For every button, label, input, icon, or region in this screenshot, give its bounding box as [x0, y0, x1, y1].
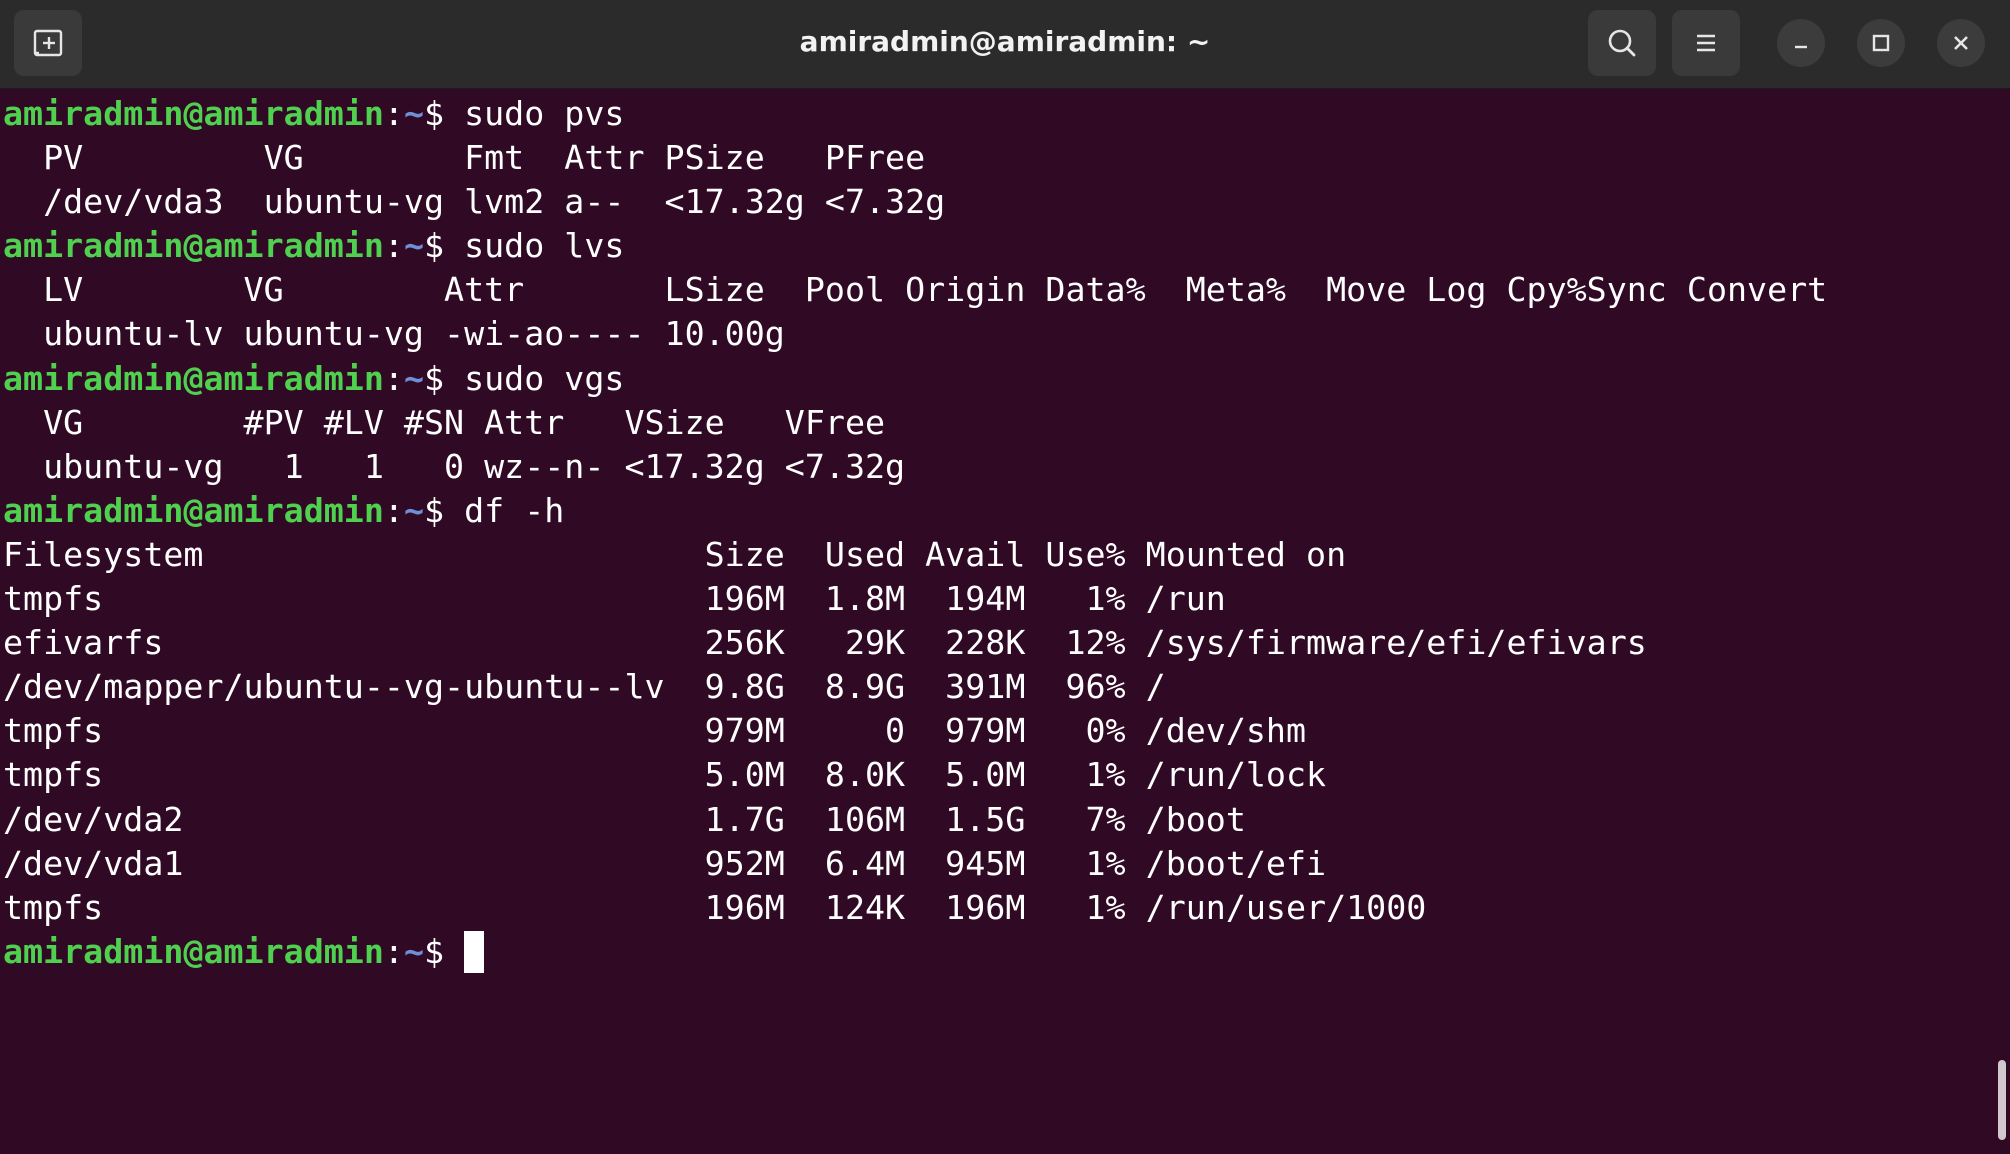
prompt-colon: : — [383, 931, 404, 971]
prompt-user-host: amiradmin@amiradmin — [3, 94, 384, 133]
prompt-path: ~ — [403, 226, 424, 266]
output-line: LV VG Attr LSize Pool Origin Data% Meta%… — [3, 270, 1828, 310]
output-line: tmpfs 5.0M 8.0K 5.0M 1% /run/lock — [3, 755, 1327, 795]
output-line: ubuntu-vg 1 1 0 wz--n- <17.32g <7.32g — [3, 446, 906, 486]
output-line: tmpfs 196M 1.8M 194M 1% /run — [3, 579, 1226, 619]
minimize-button[interactable] — [1777, 19, 1825, 67]
close-icon — [1954, 36, 1968, 50]
prompt-path: ~ — [403, 490, 424, 530]
output-line: /dev/vda1 952M 6.4M 945M 1% /boot/efi — [3, 843, 1327, 883]
command-text: sudo lvs — [464, 226, 625, 266]
output-line: tmpfs 979M 0 979M 0% /dev/shm — [3, 711, 1307, 751]
prompt-user-host: amiradmin@amiradmin — [3, 358, 384, 398]
maximize-button[interactable] — [1857, 19, 1905, 67]
prompt-symbol: $ — [423, 226, 465, 266]
prompt-colon: : — [383, 358, 404, 398]
prompt-path: ~ — [403, 931, 424, 971]
prompt-symbol: $ — [423, 931, 465, 971]
search-icon — [1608, 29, 1636, 57]
title-bar: amiradmin@amiradmin: ~ — [0, 0, 2010, 89]
scrollbar[interactable] — [1998, 1060, 2006, 1140]
hamburger-menu-icon — [1697, 34, 1715, 52]
command-text: df -h — [464, 490, 565, 530]
prompt-symbol: $ — [423, 490, 465, 530]
prompt-path: ~ — [403, 358, 424, 398]
output-line: PV VG Fmt Attr PSize PFree — [3, 138, 926, 178]
prompt-user-host: amiradmin@amiradmin — [3, 931, 384, 971]
output-line: tmpfs 196M 124K 196M 1% /run/user/1000 — [3, 887, 1427, 927]
output-line: /dev/vda3 ubuntu-vg lvm2 a-- <17.32g <7.… — [3, 182, 946, 222]
terminal-output[interactable]: amiradmin@amiradmin:~$ sudo pvs PV VG Fm… — [3, 92, 1983, 1142]
output-line: Filesystem Size Used Avail Use% Mounted … — [3, 534, 1347, 574]
prompt-path: ~ — [403, 94, 424, 133]
prompt-user-host: amiradmin@amiradmin — [3, 226, 384, 266]
prompt-colon: : — [383, 490, 404, 530]
menu-button[interactable] — [1672, 10, 1740, 76]
prompt-line: amiradmin@amiradmin:~$ — [3, 930, 1983, 974]
minimize-icon — [1795, 45, 1807, 49]
prompt-line: amiradmin@amiradmin:~$ sudo lvs — [3, 224, 1983, 268]
command-text: sudo pvs — [464, 94, 625, 133]
output-line: efivarfs 256K 29K 228K 12% /sys/firmware… — [3, 623, 1647, 663]
text-cursor — [464, 930, 485, 973]
prompt-symbol: $ — [423, 358, 465, 398]
command-text: sudo vgs — [464, 358, 625, 398]
close-button[interactable] — [1937, 19, 1985, 67]
search-button[interactable] — [1588, 10, 1656, 76]
output-line: ubuntu-lv ubuntu-vg -wi-ao---- 10.00g — [3, 314, 785, 354]
prompt-colon: : — [383, 94, 404, 133]
output-line: /dev/mapper/ubuntu--vg-ubuntu--lv 9.8G 8… — [3, 667, 1166, 707]
terminal-window: amiradmin@amiradmin: ~ amiradmin@amiradm… — [0, 0, 2010, 1154]
prompt-colon: : — [383, 226, 404, 266]
prompt-line: amiradmin@amiradmin:~$ df -h — [3, 489, 1983, 533]
prompt-line: amiradmin@amiradmin:~$ sudo pvs — [3, 92, 1983, 136]
output-line: /dev/vda2 1.7G 106M 1.5G 7% /boot — [3, 799, 1246, 839]
prompt-line: amiradmin@amiradmin:~$ sudo vgs — [3, 357, 1983, 401]
output-line: VG #PV #LV #SN Attr VSize VFree — [3, 402, 886, 442]
maximize-icon — [1872, 34, 1890, 52]
prompt-user-host: amiradmin@amiradmin — [3, 490, 384, 530]
prompt-symbol: $ — [423, 94, 465, 133]
